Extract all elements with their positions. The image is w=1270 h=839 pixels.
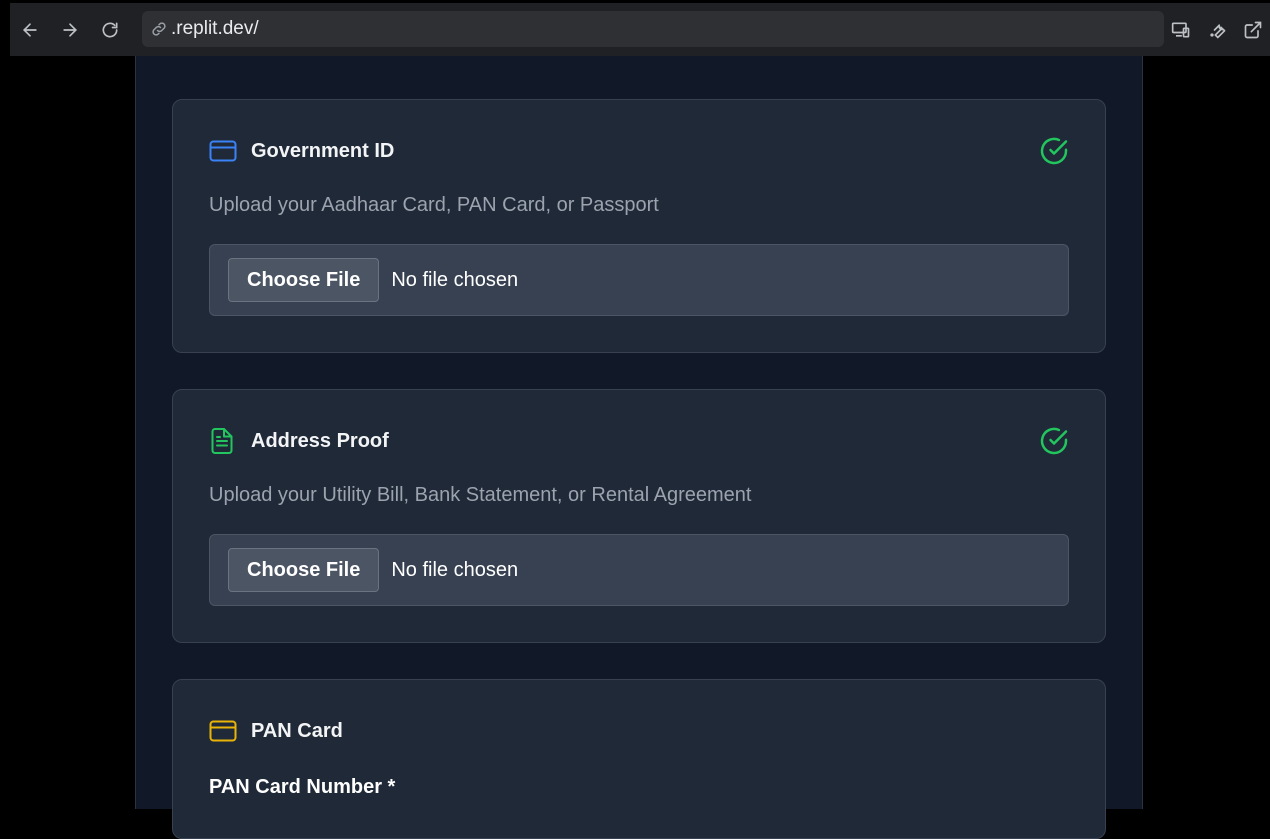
link-icon [152, 22, 166, 36]
pan-card-card: PAN Card PAN Card Number * [172, 679, 1106, 839]
government-id-file-input[interactable]: Choose File No file chosen [209, 244, 1069, 316]
arrow-right-icon [63, 22, 78, 37]
browser-toolbar: .replit.dev/ [10, 3, 1270, 56]
card-title: PAN Card [251, 719, 343, 742]
devices-button[interactable] [1164, 13, 1198, 47]
external-link-icon [1244, 21, 1262, 38]
address-proof-card: Address Proof Upload your Utility Bill, … [172, 389, 1106, 643]
card-title: Address Proof [251, 429, 389, 452]
address-proof-file-input[interactable]: Choose File No file chosen [209, 534, 1069, 606]
card-header: Government ID [209, 136, 394, 166]
wrench-icon [1210, 23, 1226, 39]
back-button[interactable] [10, 10, 50, 50]
card-description: Upload your Utility Bill, Bank Statement… [209, 484, 752, 506]
pan-number-label: PAN Card Number * [209, 776, 396, 798]
credit-card-icon [209, 136, 239, 166]
page-content: Government ID Upload your Aadhaar Card, … [135, 56, 1143, 839]
file-text-icon [209, 426, 239, 456]
devices-icon [1171, 22, 1190, 37]
choose-file-button[interactable]: Choose File [228, 258, 380, 302]
arrow-left-icon [22, 22, 37, 37]
check-circle-icon [1040, 427, 1068, 455]
file-status-text: No file chosen [391, 268, 519, 291]
card-title: Government ID [251, 139, 395, 162]
credit-card-icon [209, 716, 239, 746]
tools-button[interactable] [1200, 13, 1234, 47]
file-status-text: No file chosen [391, 558, 519, 581]
check-circle-icon [1040, 137, 1068, 165]
address-bar[interactable]: .replit.dev/ [142, 11, 1164, 47]
choose-file-button[interactable]: Choose File [228, 548, 380, 592]
card-header: Address Proof [209, 426, 389, 456]
reload-button[interactable] [90, 10, 130, 50]
forward-button[interactable] [50, 10, 90, 50]
reload-icon [102, 22, 118, 38]
open-new-tab-button[interactable] [1236, 13, 1270, 47]
card-header: PAN Card [209, 716, 343, 746]
url-text: .replit.dev/ [171, 18, 259, 39]
card-description: Upload your Aadhaar Card, PAN Card, or P… [209, 194, 659, 216]
government-id-card: Government ID Upload your Aadhaar Card, … [172, 99, 1106, 353]
